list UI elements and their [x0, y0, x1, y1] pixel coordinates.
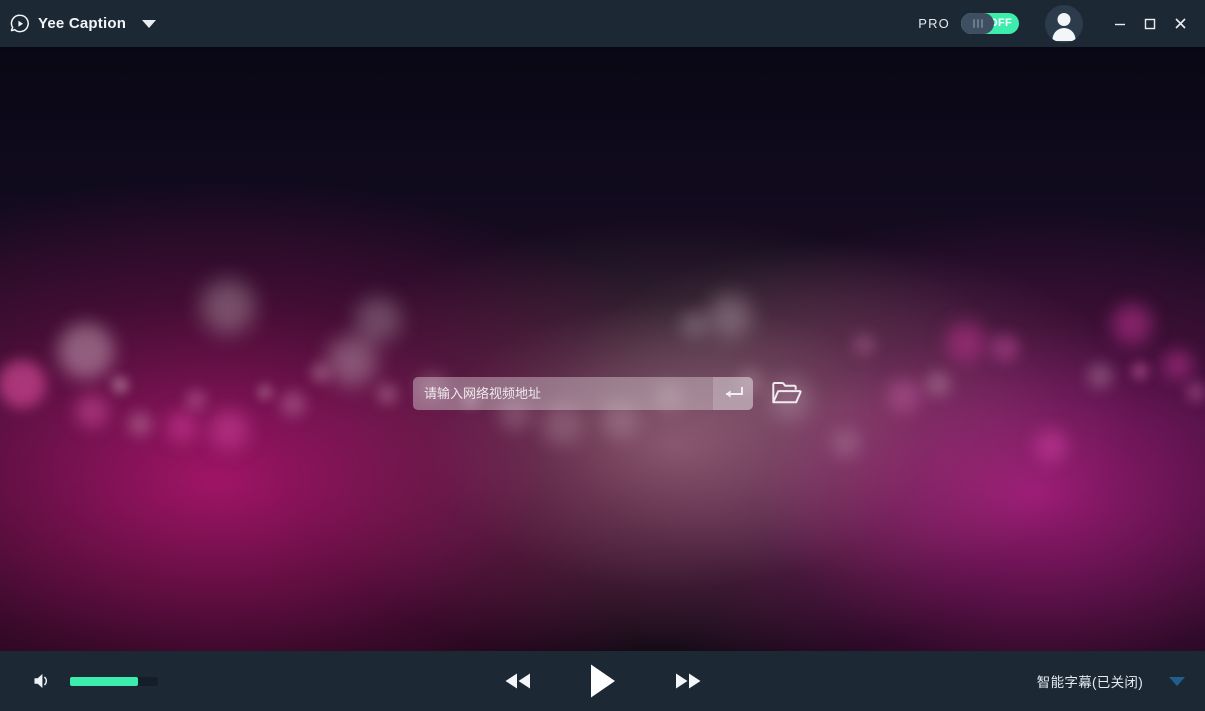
play-icon[interactable] [587, 662, 619, 700]
user-avatar-icon[interactable] [1045, 4, 1083, 43]
bokeh-circle [1131, 362, 1149, 380]
enter-return-icon[interactable] [713, 377, 753, 410]
bokeh-circle [128, 412, 152, 436]
player-control-bar: 智能字幕(已关闭) [0, 651, 1205, 711]
fast-forward-icon[interactable] [671, 669, 705, 693]
bokeh-circle [680, 311, 708, 339]
bokeh-circle [991, 334, 1019, 362]
app-title: Yee Caption [38, 15, 127, 32]
close-icon[interactable] [1165, 9, 1195, 39]
video-stage[interactable] [0, 47, 1205, 651]
bokeh-circle [280, 391, 306, 417]
folder-open-icon[interactable] [771, 379, 803, 409]
pro-toggle-knob [961, 13, 994, 34]
bokeh-circle [1087, 363, 1113, 389]
speaker-volume-icon[interactable] [32, 671, 52, 691]
bokeh-circle [75, 394, 109, 428]
window-controls [1105, 9, 1205, 39]
bokeh-circle [327, 336, 377, 386]
pro-label: PRO [918, 16, 950, 31]
bokeh-circle [708, 294, 752, 338]
volume-slider[interactable] [70, 676, 158, 686]
bokeh-circle [376, 383, 398, 405]
chevron-down-icon[interactable] [142, 19, 157, 28]
maximize-icon[interactable] [1135, 9, 1165, 39]
pro-toggle[interactable]: OFF [961, 13, 1019, 34]
bokeh-circle [58, 323, 114, 379]
bokeh-circle [1112, 304, 1152, 344]
chevron-down-icon[interactable] [1169, 676, 1185, 686]
bokeh-circle [209, 410, 249, 450]
url-entry-row [413, 377, 803, 410]
volume-control [32, 671, 158, 691]
bokeh-circle [166, 411, 198, 443]
bokeh-circle [111, 376, 129, 394]
bokeh-circle [831, 428, 861, 458]
bokeh-circle [355, 297, 401, 343]
bokeh-circle [887, 379, 921, 413]
bokeh-circle [0, 360, 46, 408]
transport-controls [501, 662, 705, 700]
app-window: Yee Caption PRO OFF 请输入网络视频地址 智能字幕(已关闭) [0, 0, 1205, 711]
smart-subtitle-dropdown[interactable]: 智能字幕(已关闭) [1037, 651, 1205, 711]
url-input[interactable] [413, 377, 753, 410]
titlebar: Yee Caption PRO OFF [0, 0, 1205, 47]
bokeh-circle [946, 322, 986, 362]
url-input-box[interactable] [413, 377, 753, 410]
bokeh-circle [1034, 429, 1068, 463]
bokeh-circle [185, 389, 207, 411]
bokeh-circle [925, 371, 951, 397]
rewind-icon[interactable] [501, 669, 535, 693]
bokeh-background [0, 47, 1205, 651]
bokeh-circle [1186, 382, 1205, 402]
bokeh-circle [853, 334, 875, 356]
bokeh-circle [257, 384, 273, 400]
volume-slider-fill [70, 676, 138, 686]
bokeh-circle [201, 280, 255, 334]
titlebar-right-group: PRO OFF [918, 0, 1205, 47]
smart-subtitle-label: 智能字幕(已关闭) [1036, 675, 1143, 690]
speech-bubble-play-icon [10, 13, 30, 34]
titlebar-left-group: Yee Caption [0, 13, 157, 34]
bokeh-circle [1163, 350, 1193, 380]
minimize-icon[interactable] [1105, 9, 1135, 39]
